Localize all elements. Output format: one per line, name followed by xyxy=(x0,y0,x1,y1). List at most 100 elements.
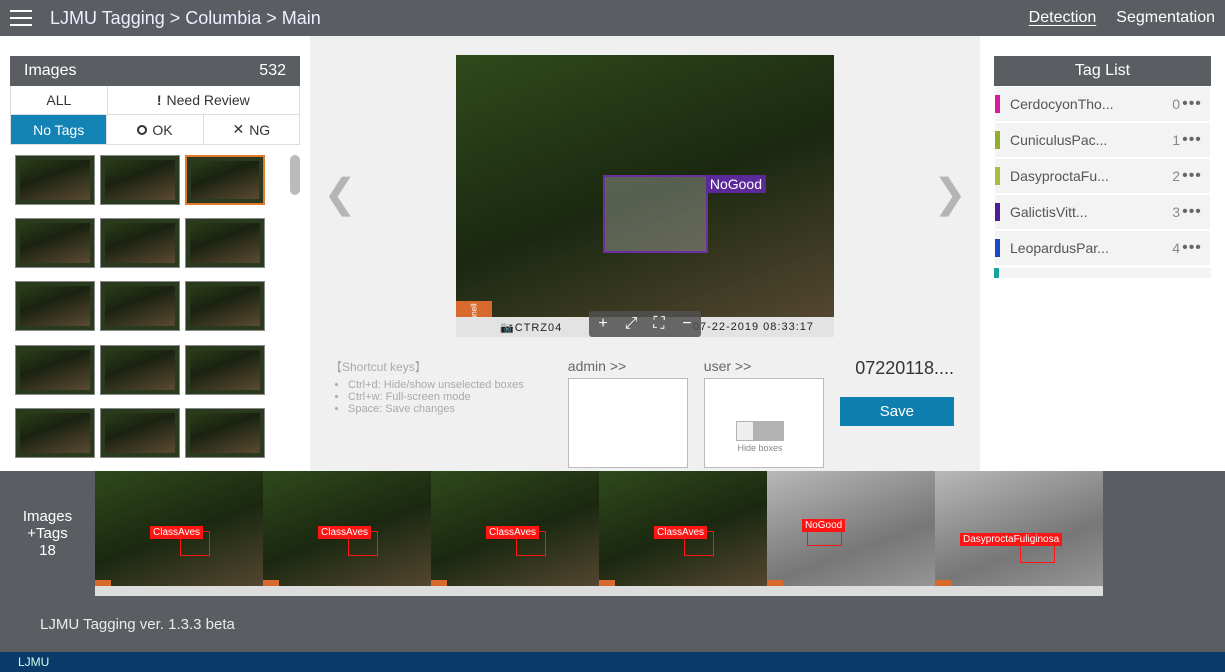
hide-boxes-label: Hide boxes xyxy=(736,443,784,453)
strip-scroll[interactable]: ClassAves ClassAves ClassAves ClassAves … xyxy=(95,471,1225,596)
taglist-header: Tag List xyxy=(994,56,1211,86)
thumbnail[interactable] xyxy=(100,345,180,395)
strip-item[interactable]: ClassAves xyxy=(431,471,599,596)
fit-icon[interactable]: ⤢ xyxy=(617,311,645,337)
taglist-title: Tag List xyxy=(1075,62,1130,80)
hide-boxes-toggle[interactable]: Hide boxes xyxy=(736,421,784,453)
shortcut-item: Ctrl+d: Hide/show unselected boxes xyxy=(348,379,552,391)
strip-timestamp-bar xyxy=(935,586,1103,596)
strip-item[interactable]: DasyproctaFuliginosa xyxy=(935,471,1103,596)
filter-ok[interactable]: OK xyxy=(107,115,203,144)
thumbnail[interactable] xyxy=(100,281,180,331)
filter-all[interactable]: ALL xyxy=(11,86,108,114)
more-icon[interactable]: ••• xyxy=(1180,239,1204,257)
strip-item[interactable]: ClassAves xyxy=(599,471,767,596)
images-count: 532 xyxy=(259,62,286,80)
next-image-arrow[interactable]: ❯ xyxy=(920,171,980,217)
thumbnail[interactable] xyxy=(15,281,95,331)
admin-note-input[interactable] xyxy=(568,378,688,468)
nav-segmentation[interactable]: Segmentation xyxy=(1116,9,1215,27)
shortcut-item: Space: Save changes xyxy=(348,403,552,415)
shortcut-item: Ctrl+w: Full-screen mode xyxy=(348,391,552,403)
strip-item[interactable]: ClassAves xyxy=(95,471,263,596)
tag-row[interactable]: CuniculusPac... 1 ••• xyxy=(995,123,1210,157)
image-filename: 07220118.... xyxy=(855,358,954,379)
filter-no-tags[interactable]: No Tags xyxy=(11,115,107,144)
strip-tag-label: NoGood xyxy=(802,519,845,532)
more-icon[interactable]: ••• xyxy=(1180,95,1204,113)
exclamation-icon: ! xyxy=(157,92,162,108)
strip-timestamp-bar xyxy=(767,586,935,596)
images-panel-header: Images 532 xyxy=(10,56,300,86)
tag-name: LeopardusPar... xyxy=(1010,240,1160,256)
thumbnail[interactable] xyxy=(15,408,95,458)
strip-item[interactable]: NoGood xyxy=(767,471,935,596)
tag-color-icon xyxy=(995,167,1000,185)
viewer-controls: + ⤢ ⛶ − xyxy=(589,311,701,337)
thumbnail[interactable] xyxy=(185,345,265,395)
filter-ng[interactable]: ✕NG xyxy=(204,115,299,144)
thumbnail[interactable] xyxy=(100,408,180,458)
tag-key: 2 xyxy=(1160,168,1180,184)
thumbnail[interactable] xyxy=(15,218,95,268)
tag-row[interactable]: DasyproctaFu... 2 ••• xyxy=(995,159,1210,193)
nav-detection[interactable]: Detection xyxy=(1029,9,1097,27)
more-icon[interactable]: ••• xyxy=(1180,167,1204,185)
tag-key: 0 xyxy=(1160,96,1180,112)
cam-code: 📷CTRZ04 xyxy=(500,321,562,334)
strip-image xyxy=(767,471,935,596)
shortcut-help: 【Shortcut keys】 Ctrl+d: Hide/show unsele… xyxy=(330,358,552,415)
strip-tag-label: ClassAves xyxy=(318,526,371,539)
thumbnail[interactable] xyxy=(185,408,265,458)
thumbnail-selected[interactable] xyxy=(185,155,265,205)
more-icon[interactable]: ••• xyxy=(1180,131,1204,149)
strip-label: Images +Tags 18 xyxy=(0,471,95,596)
images-panel-title: Images xyxy=(24,62,76,80)
thumbnail[interactable] xyxy=(100,155,180,205)
thumbnail[interactable] xyxy=(100,218,180,268)
strip-timestamp-bar xyxy=(95,586,263,596)
thumbnail[interactable] xyxy=(185,218,265,268)
zoom-in-icon[interactable]: + xyxy=(589,311,617,337)
bounding-box[interactable]: NoGood xyxy=(603,175,708,253)
footer-version: LJMU Tagging ver. 1.3.3 beta xyxy=(0,596,1225,652)
tag-name: GalictisVitt... xyxy=(1010,204,1160,220)
tagged-strip: Images +Tags 18 ClassAves ClassAves Clas… xyxy=(0,471,1225,596)
footer-org: LJMU xyxy=(0,652,1225,672)
tag-color-icon xyxy=(995,131,1000,149)
strip-item[interactable]: ClassAves xyxy=(263,471,431,596)
breadcrumb: LJMU Tagging > Columbia > Main xyxy=(50,8,1029,29)
scrollbar-thumb[interactable] xyxy=(290,155,300,195)
timestamp: 07-22-2019 08:33:17 xyxy=(693,321,814,333)
tag-color-icon xyxy=(995,239,1000,257)
tag-color-icon xyxy=(995,203,1000,221)
strip-timestamp-bar xyxy=(599,586,767,596)
bbox-label: NoGood xyxy=(706,175,766,193)
thumbnail-grid[interactable] xyxy=(10,155,300,466)
strip-tag-label: DasyproctaFuliginosa xyxy=(960,533,1062,546)
menu-icon[interactable] xyxy=(10,7,32,29)
circle-icon xyxy=(137,125,147,135)
tag-key: 4 xyxy=(1160,240,1180,256)
tag-row[interactable]: GalictisVitt... 3 ••• xyxy=(995,195,1210,229)
zoom-out-icon[interactable]: − xyxy=(673,311,701,337)
fullscreen-icon[interactable]: ⛶ xyxy=(645,311,673,337)
image-viewer[interactable]: NoGood Bushnell 📷CTRZ04 07-22-2019 08:33… xyxy=(456,55,834,337)
admin-note-label: admin >> xyxy=(568,358,688,374)
prev-image-arrow[interactable]: ❮ xyxy=(310,171,370,217)
top-header: LJMU Tagging > Columbia > Main Detection… xyxy=(0,0,1225,36)
thumbnail[interactable] xyxy=(15,345,95,395)
tag-row[interactable]: LeopardusPar... 4 ••• xyxy=(995,231,1210,265)
filter-need-review[interactable]: !Need Review xyxy=(108,86,299,114)
thumbnail[interactable] xyxy=(15,155,95,205)
save-button[interactable]: Save xyxy=(840,397,954,426)
images-panel: Images 532 ALL !Need Review No Tags OK ✕… xyxy=(0,36,310,471)
tag-row[interactable]: CerdocyonTho... 0 ••• xyxy=(995,87,1210,121)
thumbnail[interactable] xyxy=(185,281,265,331)
shortcut-title: 【Shortcut keys】 xyxy=(330,358,552,375)
tag-key: 1 xyxy=(1160,132,1180,148)
taglist-panel: Tag List CerdocyonTho... 0 ••• Cuniculus… xyxy=(980,36,1225,471)
more-icon[interactable]: ••• xyxy=(1180,203,1204,221)
strip-timestamp-bar xyxy=(263,586,431,596)
tag-name: DasyproctaFu... xyxy=(1010,168,1160,184)
